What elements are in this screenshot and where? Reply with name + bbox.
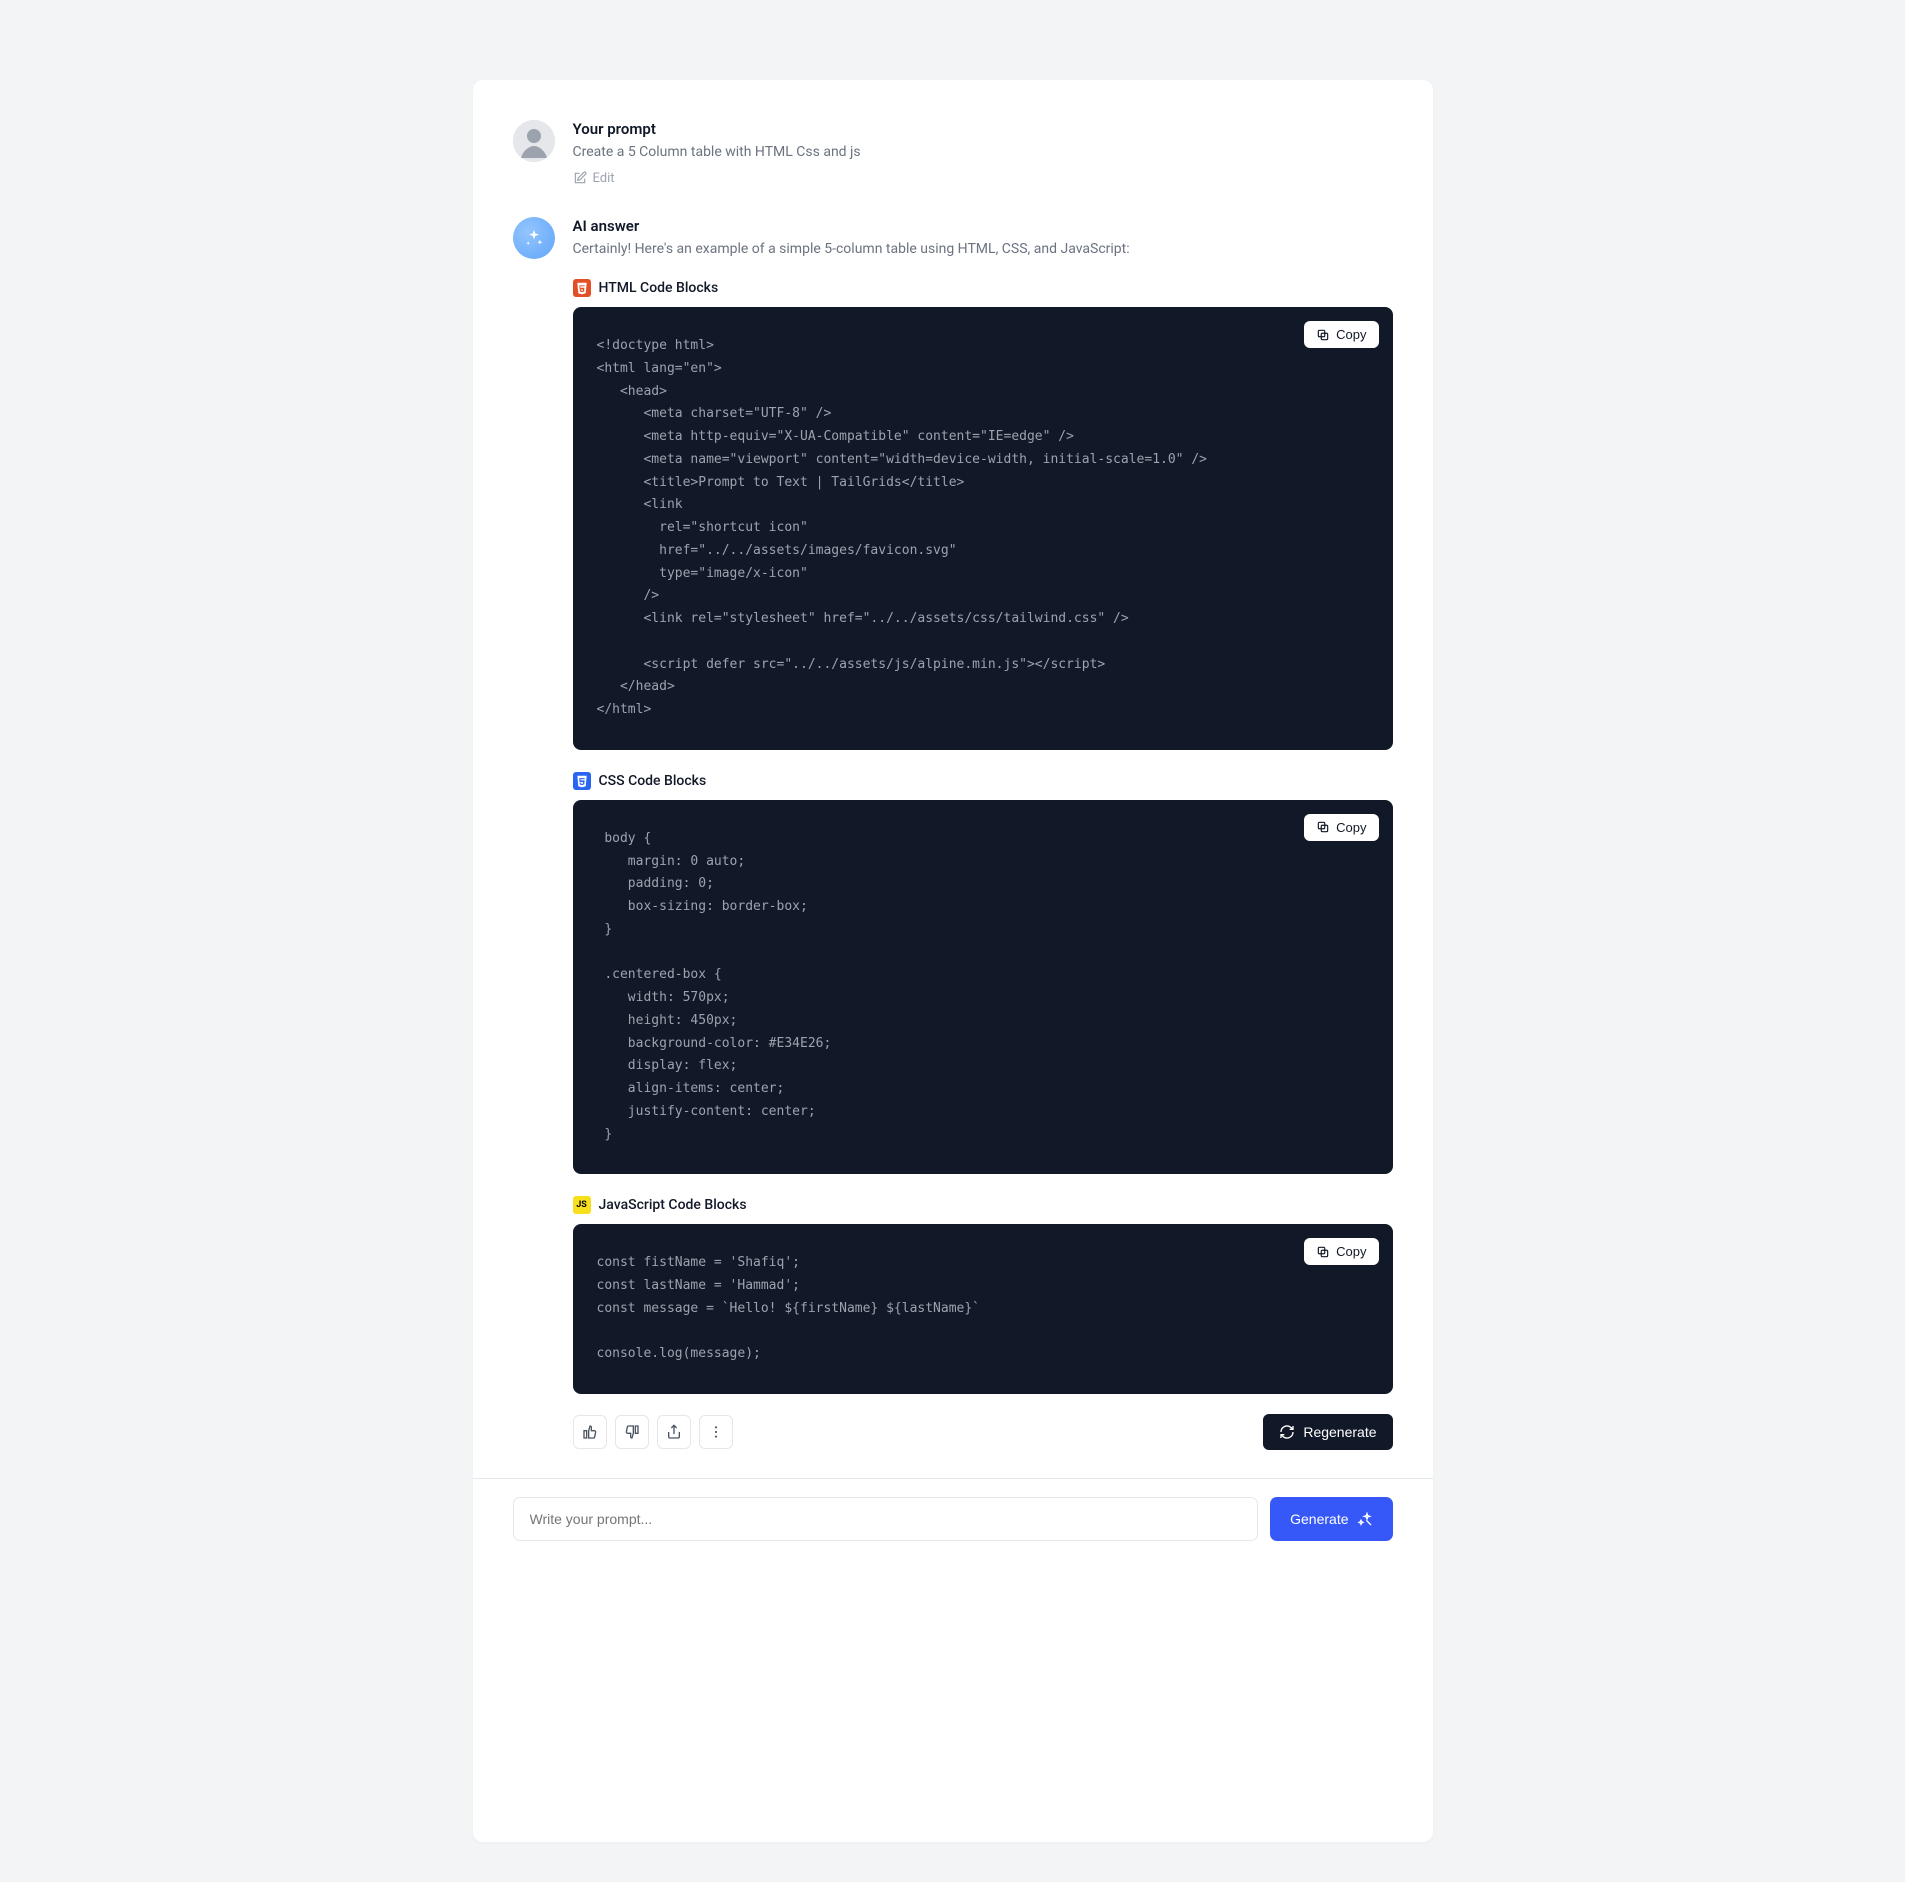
css-code[interactable]: body { margin: 0 auto; padding: 0; box-s… [597, 828, 1369, 1147]
answer-footer: Regenerate [573, 1414, 1393, 1450]
css-badge-icon [573, 772, 591, 790]
user-avatar [513, 120, 555, 162]
share-icon [666, 1424, 682, 1440]
share-button[interactable] [657, 1415, 691, 1449]
sparkle-icon [524, 228, 544, 248]
more-button[interactable] [699, 1415, 733, 1449]
edit-label: Edit [593, 171, 615, 186]
js-block-label: JS JavaScript Code Blocks [573, 1196, 1393, 1214]
avatar-icon [513, 120, 555, 162]
copy-js-button[interactable]: Copy [1304, 1238, 1378, 1265]
generate-button[interactable]: Generate [1270, 1497, 1392, 1541]
thumbs-down-button[interactable] [615, 1415, 649, 1449]
js-code[interactable]: const fistName = 'Shafiq'; const lastNam… [597, 1252, 1369, 1366]
divider [473, 1478, 1433, 1479]
copy-html-button[interactable]: Copy [1304, 321, 1378, 348]
js-badge-icon: JS [573, 1196, 591, 1214]
user-heading: Your prompt [573, 120, 1393, 138]
copy-icon [1316, 820, 1330, 834]
copy-icon [1316, 328, 1330, 342]
js-code-block: Copy const fistName = 'Shafiq'; const la… [573, 1224, 1393, 1394]
css-code-block: Copy body { margin: 0 auto; padding: 0; … [573, 800, 1393, 1175]
chat-card: Your prompt Create a 5 Column table with… [473, 80, 1433, 1842]
ai-message: AI answer Certainly! Here's an example o… [513, 217, 1393, 1450]
html-badge-icon [573, 279, 591, 297]
refresh-icon [1279, 1424, 1295, 1440]
copy-css-button[interactable]: Copy [1304, 814, 1378, 841]
ai-avatar [513, 217, 555, 259]
ai-heading: AI answer [573, 217, 1393, 235]
ai-intro: Certainly! Here's an example of a simple… [573, 241, 1393, 257]
user-message: Your prompt Create a 5 Column table with… [513, 120, 1393, 189]
magic-wand-icon [1357, 1511, 1373, 1527]
regenerate-button[interactable]: Regenerate [1263, 1414, 1392, 1450]
css-block-label: CSS Code Blocks [573, 772, 1393, 790]
copy-icon [1316, 1245, 1330, 1259]
thumbs-up-button[interactable] [573, 1415, 607, 1449]
prompt-input[interactable] [513, 1497, 1259, 1541]
html-code[interactable]: <!doctype html> <html lang="en"> <head> … [597, 335, 1369, 722]
edit-icon [573, 171, 587, 185]
html-code-block: Copy <!doctype html> <html lang="en"> <h… [573, 307, 1393, 750]
edit-button[interactable]: Edit [573, 171, 615, 186]
prompt-input-row: Generate [513, 1497, 1393, 1541]
user-prompt-text: Create a 5 Column table with HTML Css an… [573, 144, 1393, 160]
thumbs-up-icon [582, 1424, 598, 1440]
more-icon [708, 1424, 724, 1440]
thumbs-down-icon [624, 1424, 640, 1440]
html-block-label: HTML Code Blocks [573, 279, 1393, 297]
